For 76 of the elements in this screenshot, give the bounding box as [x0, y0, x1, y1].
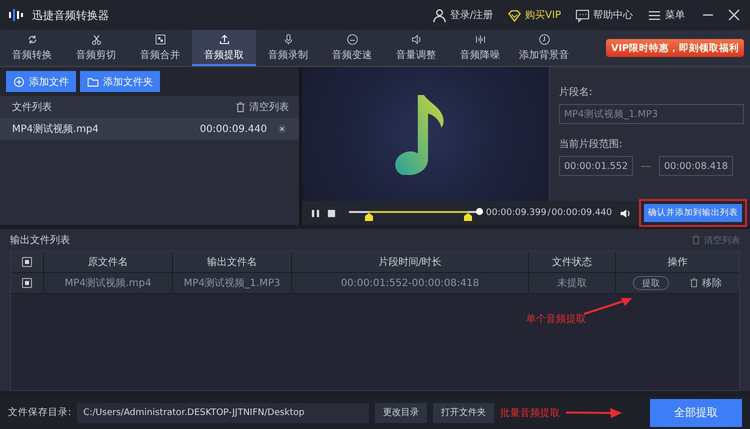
file-name: MP4测试视频.mp4 [12, 122, 99, 136]
window-title: 迅捷音频转换器 [32, 8, 109, 22]
column-header: 输出文件名 [173, 252, 292, 272]
annotation-text: 批量音频提取 [500, 406, 560, 420]
trash-icon [235, 102, 246, 112]
tab[interactable]: 音频降噪 [448, 30, 512, 66]
extract-all-button[interactable]: 全部提取 [650, 398, 742, 426]
trash-icon [689, 278, 699, 288]
segment-range-label: 当前片段范围: [559, 138, 624, 151]
current-time: 00:00:09.399 [486, 208, 546, 218]
squares-icon [154, 32, 166, 46]
select-all-checkbox[interactable] [22, 257, 32, 267]
row-checkbox[interactable] [22, 278, 32, 288]
user-icon [432, 8, 447, 22]
confirm-add-button[interactable]: 确认并添加到输出列表 [644, 204, 742, 222]
folder-icon [87, 76, 99, 88]
tab[interactable]: 音频变速 [320, 30, 384, 66]
stop-icon[interactable] [327, 208, 336, 218]
table-cell: MP4测试视频_1.MP3 [173, 273, 292, 293]
trash-icon [691, 235, 701, 245]
save-directory-label: 文件保存目录: [8, 406, 72, 419]
tab[interactable]: 音频转换 [0, 30, 64, 66]
segment-name-label: 片段名: [559, 86, 594, 99]
column-header: 操作 [666, 256, 688, 270]
save-path-field[interactable]: C:/Users/Administrator.DESKTOP-JJTNIFN/Desktop [77, 402, 370, 422]
column-header: 文件状态 [529, 252, 616, 272]
table-cell: 未提取 [529, 273, 616, 293]
column-header: 原文件名 [44, 252, 173, 272]
chat-icon [575, 8, 590, 22]
column-header: 片段时间/时长 [292, 252, 529, 272]
menu-button[interactable]: 菜单 [644, 8, 688, 22]
table-cell: MP4测试视频.mp4 [44, 273, 173, 293]
annotation-text: 单个音频提取 [526, 312, 586, 326]
file-list-title: 文件列表 [12, 100, 52, 114]
waveform-icon [474, 32, 486, 46]
tab[interactable]: 音频剪切 [64, 30, 128, 66]
help-center-button[interactable]: 帮助中心 [572, 8, 636, 22]
upload-icon [218, 32, 230, 46]
pause-icon[interactable] [311, 208, 320, 218]
close-icon[interactable] [277, 124, 288, 134]
tab[interactable]: 音频录制 [256, 30, 320, 66]
diamond-icon [507, 8, 522, 22]
playhead[interactable] [476, 208, 484, 214]
file-row[interactable]: MP4测试视频.mp4 00:00:09.440 [0, 118, 300, 140]
annotation-arrow [566, 408, 622, 418]
open-folder-button[interactable]: 打开文件夹 [433, 402, 494, 422]
promo-banner[interactable]: VIP限时特惠，即刻领取福利 [606, 39, 744, 57]
plus-circle-icon [13, 76, 25, 88]
tab[interactable]: 添加背景音 [512, 30, 576, 66]
tab[interactable]: 音频合并 [128, 30, 192, 66]
segment-name-field[interactable]: MP4测试视频_1.MP3 [559, 104, 744, 124]
file-duration: 00:00:09.440 [200, 124, 268, 134]
clear-list-button[interactable]: 清空列表 [235, 100, 290, 114]
add-folder-button[interactable]: 添加文件夹 [80, 71, 160, 92]
speaker-icon [410, 32, 422, 46]
add-file-button[interactable]: 添加文件 [6, 71, 76, 92]
remove-button[interactable]: 移除 [689, 276, 722, 290]
annotation-arrow [583, 296, 633, 316]
login-button[interactable]: 登录/注册 [428, 8, 496, 22]
total-time: 00:00:09.440 [552, 208, 612, 218]
close-icon[interactable] [728, 9, 740, 21]
logo-icon [8, 7, 24, 23]
trim-handle[interactable] [364, 212, 373, 220]
scissors-icon [90, 32, 102, 46]
time-separator: / [547, 208, 551, 218]
buy-vip-button[interactable]: 购买VIP [504, 8, 564, 22]
extract-button[interactable]: 提取 [633, 276, 669, 290]
trim-handle[interactable] [464, 212, 472, 220]
table-cell: 00:00:01:552-00:00:08:418 [292, 273, 529, 293]
speaker-icon[interactable] [619, 206, 632, 220]
output-list-title: 输出文件列表 [10, 234, 70, 247]
tab[interactable]: 音量调整 [384, 30, 448, 66]
range-start-field[interactable]: 00:00:01.552 [559, 156, 634, 176]
range-end-field[interactable]: 00:00:08.418 [659, 156, 734, 176]
tab[interactable]: 音频提取 [192, 30, 256, 66]
change-directory-button[interactable]: 更改目录 [375, 402, 428, 422]
